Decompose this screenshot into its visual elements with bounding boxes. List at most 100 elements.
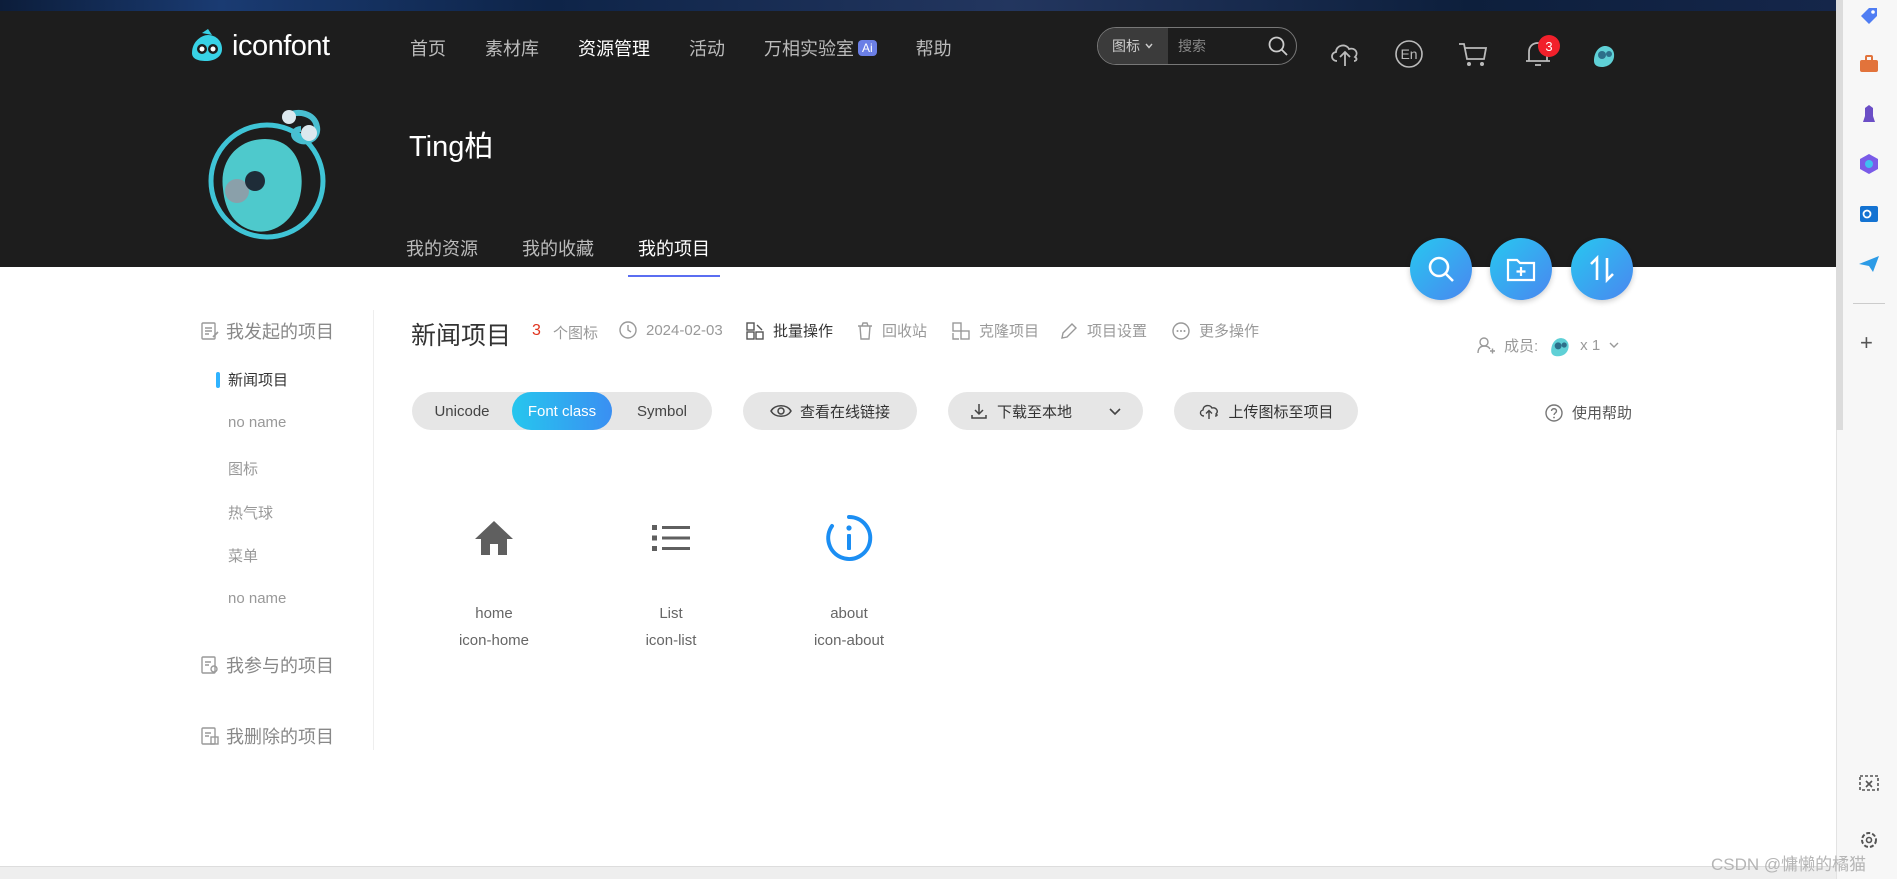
cart-button[interactable] [1456, 37, 1490, 71]
sidebar-group-label: 我发起的项目 [226, 322, 334, 342]
members-dropdown[interactable]: 成员: x 1 [1476, 332, 1620, 358]
sidebar-group-deleted[interactable]: 我删除的项目 [200, 723, 334, 749]
copilot-icon[interactable] [1857, 152, 1881, 176]
list-icon [652, 525, 690, 551]
clone-project-button[interactable]: 克隆项目 [951, 320, 1039, 341]
tab-font-class[interactable]: Font class [512, 392, 612, 430]
help-label: 使用帮助 [1572, 405, 1633, 422]
more-actions-button[interactable]: 更多操作 [1171, 320, 1259, 341]
sidebar-item-menu[interactable]: 菜单 [228, 545, 258, 566]
tab-unicode[interactable]: Unicode [412, 392, 512, 430]
nav-home[interactable]: 首页 [410, 35, 446, 61]
nav-activity[interactable]: 活动 [689, 35, 725, 61]
chess-icon[interactable] [1857, 102, 1881, 126]
icon-card-home[interactable]: home icon-home [434, 508, 554, 649]
sidebar-item-no-name-1[interactable]: no name [228, 414, 286, 431]
sidebar-item-icons[interactable]: 图标 [228, 458, 258, 479]
tab-symbol[interactable]: Symbol [612, 392, 712, 430]
chevron-down-icon [1145, 43, 1153, 49]
project-settings-button[interactable]: 项目设置 [1059, 320, 1147, 341]
icon-count: 3 [532, 322, 541, 339]
notification-badge: 3 [1538, 35, 1560, 57]
members-icon [1477, 337, 1495, 354]
iconfont-logo-icon [192, 29, 222, 61]
screenshot-icon[interactable] [1857, 772, 1881, 796]
tag-icon[interactable] [1857, 4, 1881, 28]
batch-icon [746, 321, 764, 340]
upload-to-project-button[interactable]: 上传图标至项目 [1174, 392, 1358, 430]
gear-icon[interactable] [1857, 828, 1881, 852]
nav-lab[interactable]: 万相实验室 Ai [764, 35, 877, 61]
trash-icon [858, 321, 872, 340]
members-count: x 1 [1580, 336, 1601, 354]
sidebar-item-news-project[interactable]: 新闻项目 [228, 369, 288, 390]
icon-card-about[interactable]: about icon-about [789, 508, 909, 649]
send-icon[interactable] [1857, 252, 1881, 276]
nav-help[interactable]: 帮助 [916, 35, 952, 61]
new-folder-fab-button[interactable] [1490, 238, 1552, 300]
language-button[interactable]: En [1392, 37, 1426, 71]
search-type-label: 图标 [1112, 38, 1140, 54]
sidebar-item-balloon[interactable]: 热气球 [228, 502, 273, 523]
help-link[interactable]: 使用帮助 [1544, 402, 1632, 423]
outlook-icon[interactable] [1857, 202, 1881, 226]
clone-icon [952, 321, 970, 340]
icon-class: icon-home [458, 632, 530, 649]
search-button[interactable] [1260, 35, 1296, 57]
chevron-down-icon[interactable] [1108, 404, 1122, 418]
tab-my-projects[interactable]: 我的项目 [628, 235, 720, 277]
sidebar-item-no-name-2[interactable]: no name [228, 590, 286, 607]
sidebar-group-label: 我删除的项目 [226, 727, 334, 747]
project-date-text: 2024-02-03 [646, 321, 723, 339]
view-online-link-button[interactable]: 查看在线链接 [743, 392, 917, 430]
tab-my-resources[interactable]: 我的资源 [406, 235, 478, 277]
icon-card-list[interactable]: List icon-list [611, 508, 731, 649]
page: iconfont 首页 素材库 资源管理 活动 万相实验室Ai 帮助 图标 En [0, 0, 1897, 879]
question-icon [1545, 403, 1563, 422]
toolbox-icon[interactable] [1857, 52, 1881, 76]
top-banner-strip [0, 0, 1836, 11]
sidebar-group-participated[interactable]: 我参与的项目 [200, 652, 334, 678]
icon-class: icon-about [813, 632, 885, 649]
member-avatar-icon [1551, 338, 1569, 357]
cloud-upload-icon [1200, 404, 1219, 419]
page-scrollbar[interactable] [1836, 0, 1843, 430]
project-title: 新闻项目 [411, 322, 512, 350]
ai-badge: Ai [858, 40, 877, 56]
batch-operation-label: 批量操作 [773, 323, 834, 340]
logo[interactable]: iconfont [188, 29, 330, 63]
search-input[interactable] [1168, 38, 1260, 54]
folder-add-icon [1506, 258, 1536, 282]
sidebar-group-initiated[interactable]: 我发起的项目 [200, 318, 334, 344]
cart-icon [1459, 43, 1488, 66]
upload-cloud-button[interactable] [1328, 37, 1362, 71]
sidebar-group-label: 我参与的项目 [226, 656, 334, 676]
clone-project-label: 克隆项目 [979, 323, 1040, 340]
profile-name: Ting柏 [409, 131, 494, 163]
user-avatar-button[interactable] [1586, 37, 1620, 71]
nav-lab-label: 万相实验室 [764, 39, 854, 59]
batch-operation-button[interactable]: 批量操作 [745, 320, 833, 341]
download-local-button[interactable]: 下载至本地 [948, 392, 1143, 430]
sidebar-divider [1853, 303, 1885, 304]
project-list-icon [201, 322, 219, 340]
search-type-select[interactable]: 图标 [1098, 28, 1168, 64]
sort-icon [1590, 254, 1614, 284]
icon-name: about [830, 605, 868, 622]
nav-library[interactable]: 素材库 [485, 35, 539, 61]
info-icon [826, 514, 873, 561]
clock-icon [619, 321, 637, 339]
recycle-bin-button[interactable]: 回收站 [856, 320, 927, 341]
avatar-icon [1594, 46, 1615, 67]
eye-icon [770, 405, 792, 417]
logo-text: iconfont [232, 29, 330, 62]
members-label: 成员: [1504, 337, 1539, 355]
sort-fab-button[interactable] [1571, 238, 1633, 300]
add-icon[interactable]: + [1860, 330, 1873, 356]
home-icon [475, 521, 513, 555]
download-icon [971, 404, 987, 419]
search-fab-button[interactable] [1410, 238, 1472, 300]
edit-icon [1061, 322, 1077, 339]
nav-resource-management[interactable]: 资源管理 [578, 35, 650, 61]
tab-my-favorites[interactable]: 我的收藏 [522, 235, 594, 277]
